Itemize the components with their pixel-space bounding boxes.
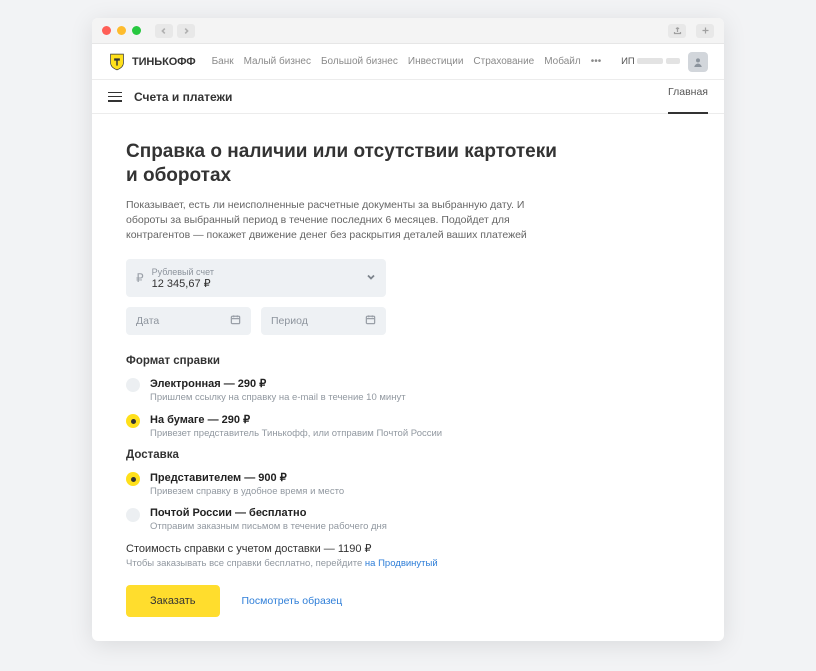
brand[interactable]: ТИНЬКОФФ [108, 52, 196, 72]
account-select[interactable]: ₽ Рублевый счет 12 345,67 ₽ [126, 259, 386, 297]
browser-nav [155, 24, 195, 38]
nav-item[interactable]: Мобайл [544, 56, 580, 67]
format-heading: Формат справки [126, 355, 690, 367]
browser-back-button[interactable] [155, 24, 173, 38]
avatar-icon [688, 52, 708, 72]
close-window-icon[interactable] [102, 26, 111, 35]
option-hint: Привезет представитель Тинькофф, или отп… [150, 428, 442, 439]
option-hint: Отправим заказным письмом в течение рабо… [150, 521, 387, 532]
view-sample-link[interactable]: Посмотреть образец [242, 595, 343, 607]
top-nav: ТИНЬКОФФ Банк Малый бизнес Большой бизне… [92, 44, 724, 80]
breadcrumb-tab[interactable]: Главная [668, 81, 708, 114]
primary-nav: Банк Малый бизнес Большой бизнес Инвести… [212, 56, 611, 67]
page-lead: Показывает, есть ли неисполненные расчет… [126, 198, 566, 244]
account-select-label: Рублевый счет [152, 267, 214, 277]
calendar-icon [230, 314, 241, 328]
total-subline: Чтобы заказывать все справки бесплатно, … [126, 558, 690, 569]
logo-icon [108, 52, 126, 72]
account-label: ИП [621, 56, 680, 67]
sub-nav: Счета и платежи Главная [92, 80, 724, 114]
option-hint: Пришлем ссылку на справку на e-mail в те… [150, 392, 406, 403]
browser-forward-button[interactable] [177, 24, 195, 38]
format-option[interactable]: На бумаге — 290 ₽ Привезет представитель… [126, 413, 690, 439]
date-placeholder: Дата [136, 315, 159, 327]
option-label: На бумаге — 290 ₽ [150, 413, 442, 426]
nav-item[interactable]: Страхование [473, 56, 534, 67]
account-select-value: 12 345,67 ₽ [152, 277, 214, 290]
delivery-heading: Доставка [126, 449, 690, 461]
section-title: Счета и платежи [134, 90, 232, 104]
nav-item[interactable]: Инвестиции [408, 56, 464, 67]
option-hint: Привезем справку в удобное время и место [150, 486, 344, 497]
period-placeholder: Период [271, 315, 308, 327]
upgrade-link[interactable]: на Продвинутый [365, 558, 438, 569]
share-icon[interactable] [668, 24, 686, 38]
order-button[interactable]: Заказать [126, 585, 220, 617]
radio-icon [126, 378, 140, 392]
option-label: Почтой России — бесплатно [150, 507, 387, 519]
maximize-window-icon[interactable] [132, 26, 141, 35]
radio-icon [126, 508, 140, 522]
delivery-option[interactable]: Почтой России — бесплатно Отправим заказ… [126, 507, 690, 532]
radio-icon [126, 472, 140, 486]
nav-item[interactable]: Банк [212, 56, 234, 67]
nav-more-icon[interactable]: ••• [591, 56, 602, 67]
period-picker[interactable]: Период [261, 307, 386, 335]
minimize-window-icon[interactable] [117, 26, 126, 35]
page-title: Справка о наличии или отсутствии картоте… [126, 140, 566, 188]
traffic-lights [102, 26, 141, 35]
page-content: Справка о наличии или отсутствии картоте… [92, 114, 724, 641]
format-option[interactable]: Электронная — 290 ₽ Пришлем ссылку на сп… [126, 377, 690, 403]
new-tab-icon[interactable] [696, 24, 714, 38]
total-line: Стоимость справки с учетом доставки — 11… [126, 542, 690, 555]
calendar-icon [365, 314, 376, 328]
option-label: Электронная — 290 ₽ [150, 377, 406, 390]
browser-window: ТИНЬКОФФ Банк Малый бизнес Большой бизне… [92, 18, 724, 641]
date-picker[interactable]: Дата [126, 307, 251, 335]
nav-item[interactable]: Большой бизнес [321, 56, 398, 67]
actions: Заказать Посмотреть образец [126, 585, 690, 617]
ruble-icon: ₽ [136, 271, 144, 285]
chevron-down-icon [366, 271, 376, 285]
radio-icon [126, 414, 140, 428]
browser-titlebar [92, 18, 724, 44]
brand-label: ТИНЬКОФФ [132, 56, 196, 68]
nav-item[interactable]: Малый бизнес [244, 56, 311, 67]
option-label: Представителем — 900 ₽ [150, 471, 344, 484]
delivery-option[interactable]: Представителем — 900 ₽ Привезем справку … [126, 471, 690, 497]
menu-icon[interactable] [108, 92, 122, 102]
account-widget[interactable]: ИП [621, 52, 708, 72]
